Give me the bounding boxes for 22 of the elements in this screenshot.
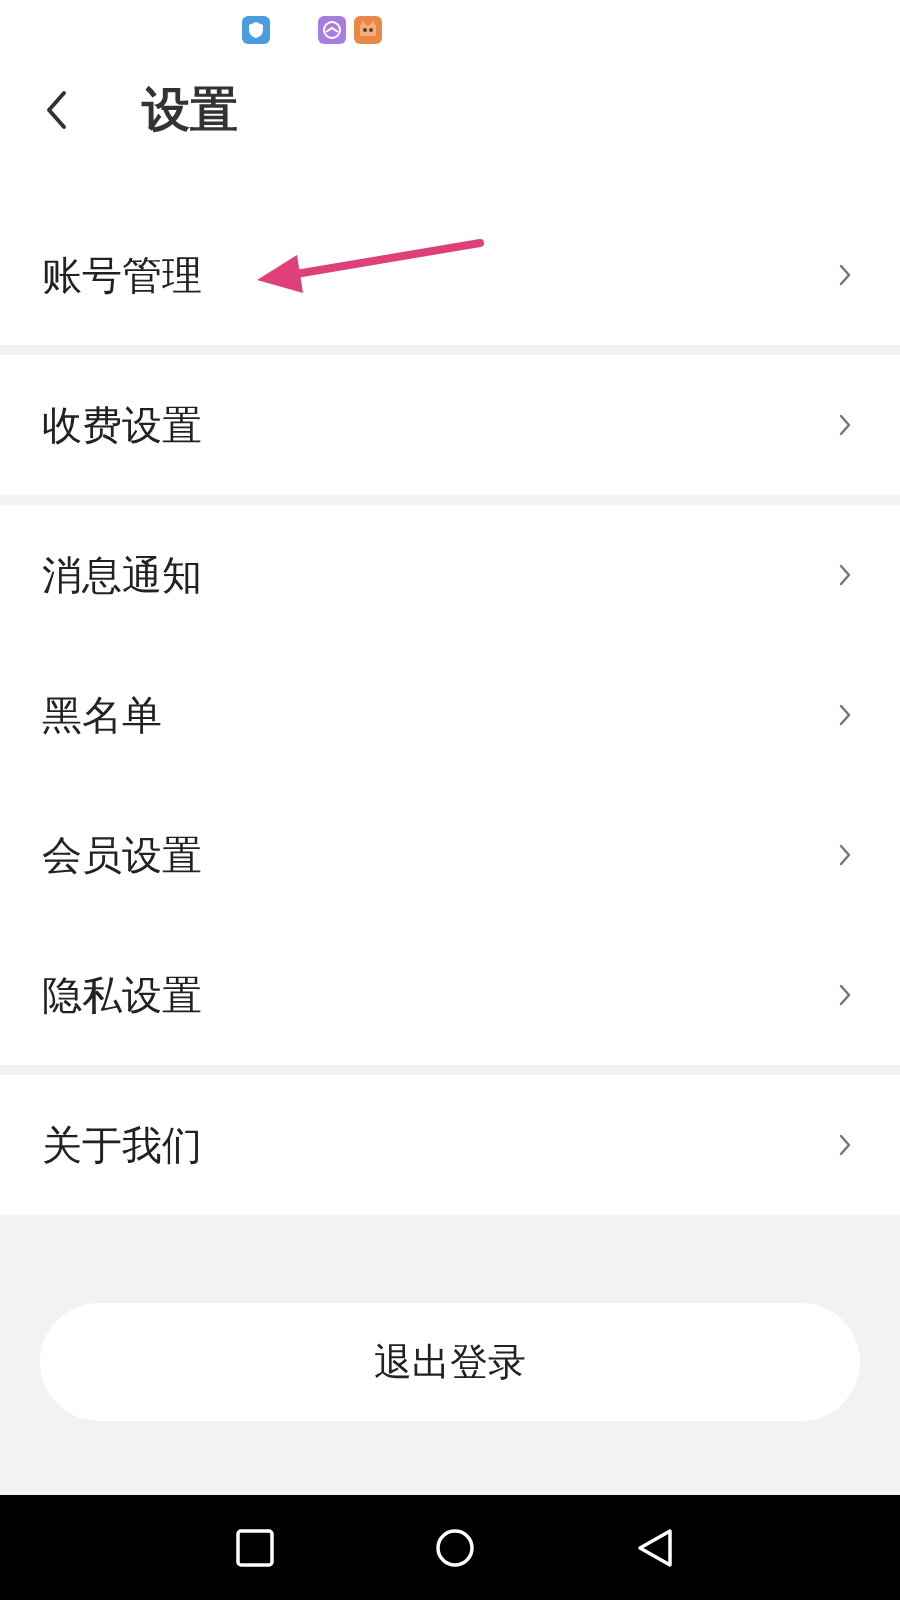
- chevron-right-icon: [838, 983, 852, 1007]
- shield-app-icon: [242, 16, 270, 44]
- back-icon[interactable]: [44, 90, 68, 130]
- cat-app-icon: [354, 16, 382, 44]
- back-triangle-icon[interactable]: [635, 1527, 675, 1568]
- settings-item[interactable]: 账号管理: [0, 205, 900, 345]
- chevron-right-icon: [838, 563, 852, 587]
- settings-item[interactable]: 隐私设置: [0, 925, 900, 1065]
- chevron-right-icon: [838, 413, 852, 437]
- home-circle-icon[interactable]: [435, 1527, 475, 1568]
- chevron-right-icon: [838, 703, 852, 727]
- settings-item[interactable]: 消息通知: [0, 505, 900, 645]
- square-nav-icon[interactable]: [235, 1527, 275, 1568]
- chevron-right-icon: [838, 843, 852, 867]
- chevron-right-icon: [838, 1133, 852, 1157]
- logout-button[interactable]: 退出登录: [40, 1303, 860, 1421]
- settings-item[interactable]: 收费设置: [0, 355, 900, 495]
- settings-item[interactable]: 会员设置: [0, 785, 900, 925]
- settings-item[interactable]: 关于我们: [0, 1075, 900, 1215]
- chevron-right-icon: [838, 263, 852, 287]
- page-title: 设置: [142, 80, 238, 139]
- settings-item[interactable]: 黑名单: [0, 645, 900, 785]
